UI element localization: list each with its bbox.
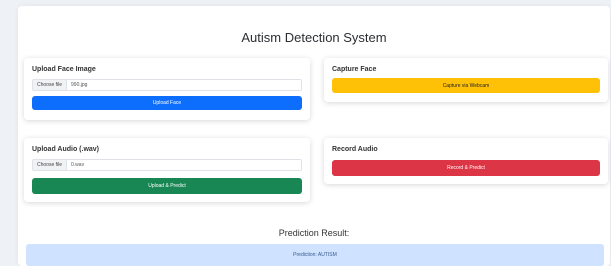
record-predict-button[interactable]: Record & Predict [332,160,600,176]
record-audio-title: Record Audio [332,146,378,153]
prediction-title: Prediction Result: [278,228,350,238]
page-title: Autism Detection System [241,30,387,45]
main-container: Autism Detection System Upload Face Imag… [18,6,610,266]
upload-face-title: Upload Face Image [32,66,96,73]
audio-file-name: 0.wav [71,162,85,168]
upload-face-button[interactable]: Upload Face [32,96,302,110]
upload-audio-title: Upload Audio (.wav) [32,146,100,153]
upload-audio-card: Upload Audio (.wav) Choose file 0.wav Up… [24,138,310,202]
capture-face-card: Capture Face Capture via Webcam [324,58,608,102]
capture-webcam-button[interactable]: Capture via Webcam [332,78,600,93]
upload-face-card: Upload Face Image Choose file 990.jpg Up… [24,58,310,120]
face-choose-file-button[interactable]: Choose file [33,80,68,90]
record-audio-card: Record Audio Record & Predict [324,138,608,184]
face-file-name: 990.jpg [71,82,88,88]
audio-file-input[interactable]: Choose file 0.wav [32,159,302,171]
audio-choose-file-button[interactable]: Choose file [33,160,68,170]
prediction-result-box: Prediction: AUTISM [26,244,604,266]
capture-face-title: Capture Face [332,66,377,73]
face-file-input[interactable]: Choose file 990.jpg [32,79,302,91]
upload-predict-button[interactable]: Upload & Predict [32,178,302,194]
prediction-value: Prediction: AUTISM [293,252,337,258]
